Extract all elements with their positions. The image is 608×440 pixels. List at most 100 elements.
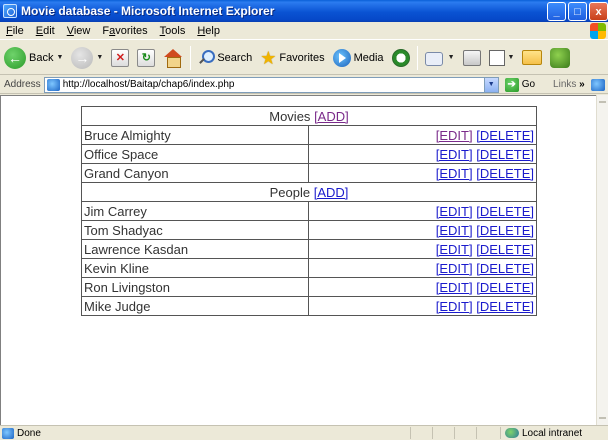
add-person-link[interactable]: [ADD] bbox=[314, 185, 349, 200]
folder-button[interactable] bbox=[518, 44, 546, 72]
delete-link[interactable]: [DELETE] bbox=[476, 299, 534, 314]
edit-link[interactable]: [EDIT] bbox=[436, 299, 473, 314]
search-label: Search bbox=[217, 51, 253, 64]
add-movie-link[interactable]: [ADD] bbox=[314, 109, 349, 124]
favorites-star-icon: ★ bbox=[260, 47, 277, 68]
back-dropdown-icon[interactable]: ▼ bbox=[56, 54, 63, 61]
zone-label: Local intranet bbox=[522, 427, 583, 439]
favorites-button[interactable]: ★ Favorites bbox=[256, 44, 328, 72]
media-icon bbox=[332, 48, 351, 67]
back-label: Back bbox=[29, 51, 54, 64]
edit-page-icon bbox=[488, 49, 505, 66]
delete-link[interactable]: [DELETE] bbox=[476, 261, 534, 276]
menu-favorites[interactable]: Favorites bbox=[96, 25, 153, 37]
person-name: Mike Judge bbox=[81, 296, 309, 316]
table-row: Bruce Almighty [EDIT] [DELETE] bbox=[81, 125, 537, 145]
edit-page-button[interactable]: ▼ bbox=[485, 44, 519, 72]
table-row: Office Space [EDIT] [DELETE] bbox=[81, 144, 537, 164]
table-row: Mike Judge [EDIT] [DELETE] bbox=[81, 296, 537, 316]
ie-icon bbox=[3, 4, 17, 18]
page-status-icon bbox=[2, 427, 14, 439]
forward-button[interactable]: → ▼ bbox=[67, 44, 107, 72]
messenger-button[interactable] bbox=[546, 44, 574, 72]
address-input[interactable]: http://localhost/Baitap/chap6/index.php … bbox=[43, 76, 499, 93]
page-viewport: Movies [ADD] Bruce Almighty [EDIT] [DELE… bbox=[0, 95, 596, 425]
links-page-icon[interactable] bbox=[590, 78, 605, 91]
toolbar-separator bbox=[416, 45, 418, 70]
refresh-button[interactable]: ↻ bbox=[133, 44, 159, 72]
edit-link[interactable]: [EDIT] bbox=[436, 204, 473, 219]
table-row: Lawrence Kasdan [EDIT] [DELETE] bbox=[81, 239, 537, 259]
delete-link[interactable]: [DELETE] bbox=[476, 147, 534, 162]
browser-window: Movie database - Microsoft Internet Expl… bbox=[0, 0, 608, 440]
status-text: Done bbox=[17, 427, 41, 439]
stop-icon: ✕ bbox=[111, 48, 130, 67]
edit-dropdown-icon[interactable]: ▼ bbox=[508, 54, 515, 61]
menu-view[interactable]: View bbox=[61, 25, 97, 37]
delete-link[interactable]: [DELETE] bbox=[476, 128, 534, 143]
local-intranet-icon bbox=[505, 428, 519, 438]
table-row: Ron Livingston [EDIT] [DELETE] bbox=[81, 277, 537, 297]
table-row: Tom Shadyac [EDIT] [DELETE] bbox=[81, 220, 537, 240]
person-name: Ron Livingston bbox=[81, 277, 309, 297]
status-panels bbox=[410, 427, 498, 439]
delete-link[interactable]: [DELETE] bbox=[476, 223, 534, 238]
person-name: Kevin Kline bbox=[81, 258, 309, 278]
database-table: Movies [ADD] Bruce Almighty [EDIT] [DELE… bbox=[81, 106, 537, 316]
edit-link[interactable]: [EDIT] bbox=[436, 166, 473, 181]
media-button[interactable]: Media bbox=[329, 44, 388, 72]
edit-link[interactable]: [EDIT] bbox=[436, 128, 473, 143]
media-label: Media bbox=[353, 51, 384, 64]
mail-dropdown-icon[interactable]: ▼ bbox=[448, 54, 455, 61]
movie-title: Office Space bbox=[81, 144, 309, 164]
home-button[interactable] bbox=[159, 44, 187, 72]
mail-icon bbox=[424, 50, 445, 66]
close-button[interactable]: x bbox=[589, 2, 608, 21]
links-button[interactable]: Links » bbox=[553, 79, 585, 90]
home-icon bbox=[163, 48, 183, 68]
edit-link[interactable]: [EDIT] bbox=[436, 261, 473, 276]
edit-link[interactable]: [EDIT] bbox=[436, 242, 473, 257]
movie-title: Bruce Almighty bbox=[81, 125, 309, 145]
address-url[interactable]: http://localhost/Baitap/chap6/index.php bbox=[63, 79, 484, 90]
menu-tools[interactable]: Tools bbox=[154, 25, 192, 37]
menu-help[interactable]: Help bbox=[191, 25, 226, 37]
go-label: Go bbox=[521, 79, 536, 90]
mail-button[interactable]: ▼ bbox=[421, 44, 459, 72]
status-bar: Done Local intranet bbox=[0, 425, 608, 440]
back-button[interactable]: ← Back ▼ bbox=[0, 44, 67, 72]
print-button[interactable] bbox=[459, 44, 485, 72]
edit-link[interactable]: [EDIT] bbox=[436, 147, 473, 162]
favorites-label: Favorites bbox=[279, 51, 325, 64]
movies-header-row: Movies [ADD] bbox=[81, 106, 537, 126]
window-title: Movie database - Microsoft Internet Expl… bbox=[21, 4, 275, 18]
delete-link[interactable]: [DELETE] bbox=[476, 204, 534, 219]
folder-icon bbox=[522, 50, 543, 65]
people-heading: People bbox=[269, 184, 311, 200]
address-bar: Address http://localhost/Baitap/chap6/in… bbox=[0, 76, 608, 94]
table-row: Grand Canyon [EDIT] [DELETE] bbox=[81, 163, 537, 183]
delete-link[interactable]: [DELETE] bbox=[476, 242, 534, 257]
history-icon bbox=[391, 48, 410, 67]
go-button[interactable]: ➔ Go bbox=[504, 77, 536, 92]
person-name: Tom Shadyac bbox=[81, 220, 309, 240]
search-button[interactable]: Search bbox=[194, 44, 256, 72]
menu-edit[interactable]: Edit bbox=[30, 25, 61, 37]
movies-heading: Movies bbox=[269, 108, 311, 124]
delete-link[interactable]: [DELETE] bbox=[476, 280, 534, 295]
address-dropdown-icon[interactable]: ▼ bbox=[483, 77, 498, 92]
edit-link[interactable]: [EDIT] bbox=[436, 223, 473, 238]
maximize-button[interactable]: □ bbox=[568, 2, 587, 21]
history-button[interactable] bbox=[388, 44, 414, 72]
refresh-icon: ↻ bbox=[137, 48, 156, 67]
edit-link[interactable]: [EDIT] bbox=[436, 280, 473, 295]
stop-button[interactable]: ✕ bbox=[107, 44, 133, 72]
page-icon bbox=[46, 78, 60, 91]
forward-dropdown-icon[interactable]: ▼ bbox=[96, 54, 103, 61]
vertical-scrollbar[interactable] bbox=[596, 95, 608, 425]
delete-link[interactable]: [DELETE] bbox=[476, 166, 534, 181]
menu-file[interactable]: File bbox=[0, 25, 30, 37]
minimize-button[interactable]: _ bbox=[547, 2, 566, 21]
search-icon bbox=[198, 49, 216, 66]
back-arrow-icon: ← bbox=[4, 46, 26, 69]
